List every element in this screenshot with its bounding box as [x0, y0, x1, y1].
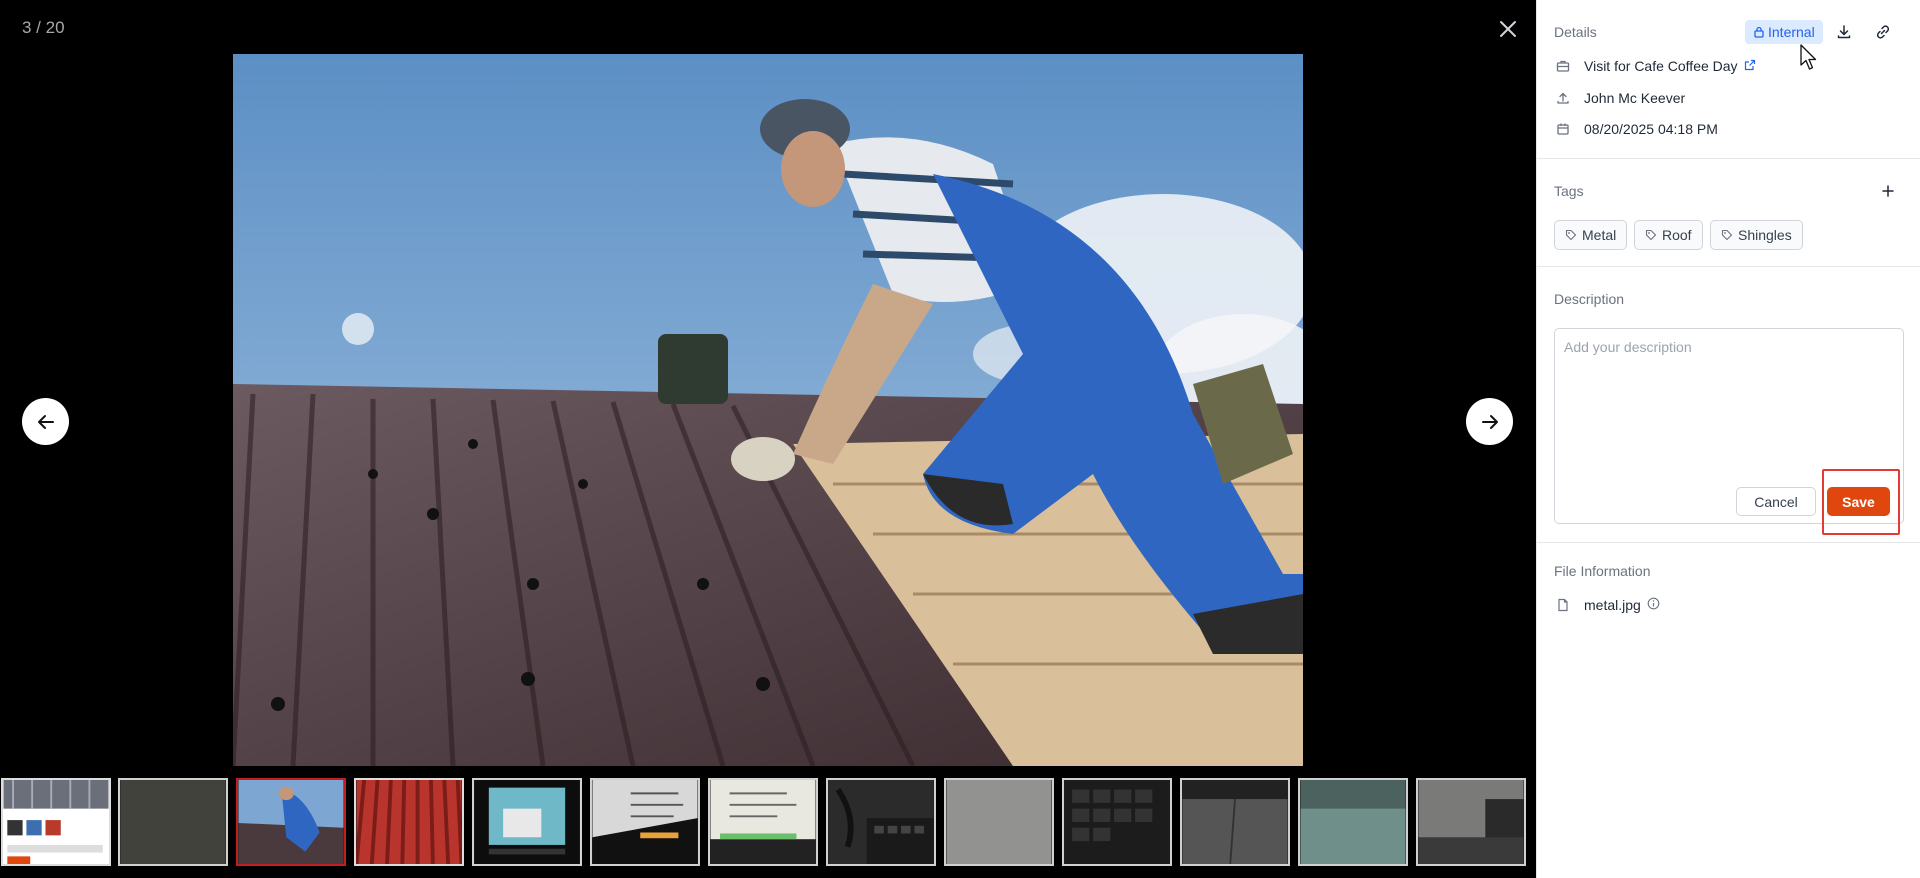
- thumbnail[interactable]: [590, 778, 700, 866]
- description-input[interactable]: [1555, 329, 1903, 449]
- thumbnail-strip: [0, 778, 1536, 868]
- tag-icon: [1645, 229, 1657, 241]
- main-image: [233, 54, 1303, 766]
- tag-label: Metal: [1582, 227, 1617, 243]
- divider: [1537, 266, 1920, 267]
- tag-label: Roof: [1662, 227, 1692, 243]
- thumbnail[interactable]: [1062, 778, 1172, 866]
- details-heading: Details: [1554, 24, 1597, 40]
- copy-link-button[interactable]: [1872, 21, 1894, 43]
- info-icon[interactable]: [1647, 597, 1660, 613]
- visibility-badge-label: Internal: [1768, 24, 1815, 40]
- uploader-row: John Mc Keever: [1554, 89, 1685, 107]
- thumbnail[interactable]: [1, 778, 111, 866]
- lock-icon: [1754, 26, 1764, 38]
- datetime-row: 08/20/2025 04:18 PM: [1554, 120, 1718, 138]
- download-icon: [1837, 25, 1851, 39]
- image-counter: 3 / 20: [22, 18, 65, 37]
- arrow-right-icon: [1481, 414, 1498, 429]
- thumbnail[interactable]: [472, 778, 582, 866]
- close-icon[interactable]: [1493, 14, 1523, 44]
- cancel-button[interactable]: Cancel: [1736, 487, 1816, 516]
- thumbnail[interactable]: [826, 778, 936, 866]
- tag-roof[interactable]: Roof: [1634, 220, 1703, 250]
- thumbnail[interactable]: [944, 778, 1054, 866]
- tag-shingles[interactable]: Shingles: [1710, 220, 1803, 250]
- arrow-left-icon: [37, 414, 54, 429]
- image-viewer: 3 / 20: [0, 0, 1536, 878]
- calendar-icon: [1554, 120, 1572, 138]
- thumbnail[interactable]: [1416, 778, 1526, 866]
- visit-link[interactable]: Visit for Cafe Coffee Day: [1584, 58, 1738, 74]
- tag-metal[interactable]: Metal: [1554, 220, 1628, 250]
- download-button[interactable]: [1833, 21, 1855, 43]
- details-panel: Details Internal Visit for Cafe Coffee D…: [1536, 0, 1920, 878]
- file-row: metal.jpg: [1554, 596, 1660, 614]
- visibility-badge[interactable]: Internal: [1745, 20, 1823, 44]
- uploader-name: John Mc Keever: [1584, 90, 1686, 106]
- file-name: metal.jpg: [1584, 597, 1641, 613]
- file-icon: [1554, 596, 1572, 614]
- external-link-icon[interactable]: [1744, 58, 1756, 74]
- thumbnail[interactable]: [1298, 778, 1408, 866]
- description-heading: Description: [1554, 291, 1625, 307]
- tag-icon: [1565, 229, 1577, 241]
- thumbnail[interactable]: [354, 778, 464, 866]
- previous-image-button[interactable]: [22, 398, 69, 445]
- divider: [1537, 542, 1920, 543]
- thumbnail[interactable]: [1180, 778, 1290, 866]
- upload-datetime: 08/20/2025 04:18 PM: [1584, 121, 1718, 137]
- briefcase-icon: [1554, 57, 1572, 75]
- file-information-heading: File Information: [1554, 563, 1651, 579]
- tag-icon: [1721, 229, 1733, 241]
- thumbnail-selected[interactable]: [236, 778, 346, 866]
- tag-label: Shingles: [1738, 227, 1792, 243]
- next-image-button[interactable]: [1466, 398, 1513, 445]
- upload-icon: [1554, 89, 1572, 107]
- thumbnail[interactable]: [118, 778, 228, 866]
- add-tag-button[interactable]: [1877, 180, 1899, 202]
- tags-heading: Tags: [1554, 183, 1584, 199]
- thumbnail[interactable]: [708, 778, 818, 866]
- save-button[interactable]: Save: [1827, 487, 1890, 516]
- link-icon: [1876, 25, 1890, 39]
- visit-row: Visit for Cafe Coffee Day: [1554, 57, 1756, 75]
- plus-icon: [1882, 185, 1894, 197]
- divider: [1537, 158, 1920, 159]
